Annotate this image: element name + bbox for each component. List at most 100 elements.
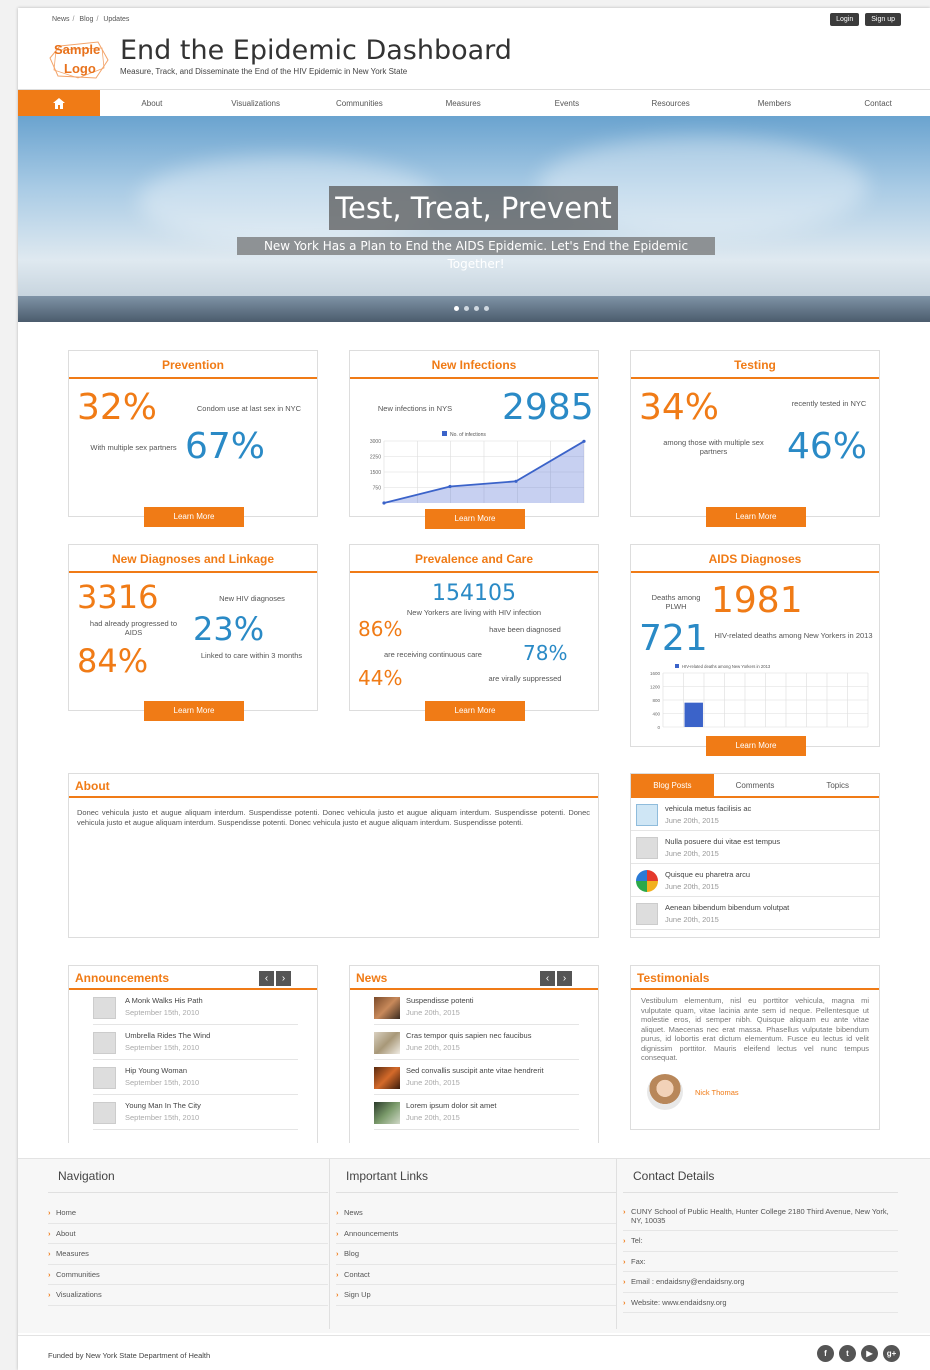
about-text: Donec vehicula justo et augue aliquam in… [77, 808, 590, 827]
contact-email[interactable]: Email : endaidsny@endaidsny.org [623, 1272, 898, 1293]
breadcrumb-updates[interactable]: Updates [103, 16, 129, 23]
login-button[interactable]: Login [830, 13, 860, 26]
announcement-title[interactable]: Young Man In The City [125, 1101, 201, 1110]
announcement-title[interactable]: A Monk Walks His Path [125, 996, 203, 1005]
aids-title: AIDS Diagnoses [631, 545, 879, 573]
news-title-link[interactable]: Lorem ipsum dolor sit amet [406, 1101, 496, 1110]
carousel-dot[interactable] [474, 306, 479, 311]
hero-carousel[interactable]: Test, Treat, Prevent New York Has a Plan… [18, 116, 930, 322]
testimonial-author[interactable]: Nick Thomas [695, 1088, 739, 1097]
prevention-title: Prevention [69, 351, 317, 379]
list-item[interactable]: Cras tempor quis sapien nec faucibus June… [374, 1025, 579, 1060]
news-title-link[interactable]: Sed convallis suscipit ante vitae hendre… [406, 1066, 544, 1075]
new-infections-learn-more[interactable]: Learn More [425, 509, 525, 529]
next-arrow-icon[interactable]: › [276, 971, 291, 986]
logo[interactable]: Sample Logo [48, 38, 110, 80]
footer-link-blog[interactable]: Blog [336, 1244, 616, 1265]
image-placeholder-icon [93, 1067, 116, 1089]
contact-website[interactable]: Website: www.endaidsny.org [623, 1293, 898, 1313]
nav-communities[interactable]: Communities [308, 99, 412, 108]
carousel-dot[interactable] [464, 306, 469, 311]
diagnoses-learn-more[interactable]: Learn More [144, 701, 244, 721]
footer-link-contact[interactable]: Contact [336, 1265, 616, 1285]
nav-contact[interactable]: Contact [826, 99, 930, 108]
image-placeholder-icon [93, 997, 116, 1019]
list-item[interactable]: Umbrella Rides The Wind September 15th, 2… [93, 1025, 298, 1060]
blog-post-title[interactable]: vehicula metus facilisis ac [665, 804, 751, 813]
news-photo [374, 997, 400, 1019]
about-title: About [69, 774, 598, 798]
blog-post[interactable]: Quisque eu pharetra arcu June 20th, 2015 [631, 864, 879, 897]
blog-post-title[interactable]: Quisque eu pharetra arcu [665, 870, 750, 879]
signup-button[interactable]: Sign up [865, 13, 901, 26]
prevention-learn-more[interactable]: Learn More [144, 507, 244, 527]
prev-arrow-icon[interactable]: ‹ [540, 971, 555, 986]
aids-stat1-label: Deaths among PLWH [651, 593, 701, 611]
blog-post[interactable]: vehicula metus facilisis ac June 20th, 2… [631, 798, 879, 831]
carousel-dot[interactable] [484, 306, 489, 311]
nav-visualizations[interactable]: Visualizations [204, 99, 308, 108]
y-tick-label: 750 [373, 486, 382, 492]
news-photo [374, 1067, 400, 1089]
youtube-icon[interactable]: ▶ [861, 1345, 878, 1362]
aids-learn-more[interactable]: Learn More [706, 736, 806, 756]
nav-measures[interactable]: Measures [411, 99, 515, 108]
footer-link-measures[interactable]: Measures [48, 1244, 328, 1265]
footer-link-signup[interactable]: Sign Up [336, 1285, 616, 1306]
tab-comments[interactable]: Comments [714, 774, 797, 796]
nav-about[interactable]: About [100, 99, 204, 108]
contact-address: CUNY School of Public Health, Hunter Col… [623, 1203, 898, 1231]
list-item[interactable]: Hip Young Woman September 15th, 2010 [93, 1060, 298, 1095]
contact-tel: Tel: [623, 1231, 898, 1252]
announcement-title[interactable]: Hip Young Woman [125, 1066, 187, 1075]
carousel-dot[interactable] [454, 306, 459, 311]
footer-link-home[interactable]: Home [48, 1203, 328, 1224]
prevalence-total: 154105 [432, 581, 516, 606]
next-arrow-icon[interactable]: › [557, 971, 572, 986]
footer-link-visualizations[interactable]: Visualizations [48, 1285, 328, 1306]
y-tick-label: 2250 [370, 455, 381, 461]
breadcrumb-blog[interactable]: Blog [79, 16, 93, 23]
data-point [582, 439, 586, 443]
image-placeholder-icon [93, 1032, 116, 1054]
prevalence-suppressed: 44% [358, 666, 403, 690]
prevention-stat2: 67% [185, 426, 266, 467]
twitter-icon[interactable]: t [839, 1345, 856, 1362]
list-item[interactable]: Sed convallis suscipit ante vitae hendre… [374, 1060, 579, 1095]
footer-important-links: Important Links News Announcements Blog … [336, 1159, 616, 1329]
footer-link-announcements[interactable]: Announcements [336, 1224, 616, 1244]
testing-learn-more[interactable]: Learn More [706, 507, 806, 527]
blog-post-title[interactable]: Nulla posuere dui vitae est tempus [665, 837, 780, 846]
nav-events[interactable]: Events [515, 99, 619, 108]
list-item[interactable]: Young Man In The City September 15th, 201… [93, 1095, 298, 1130]
blog-post-title[interactable]: Aenean bibendum bibendum volutpat [665, 903, 789, 912]
footer-link-about[interactable]: About [48, 1224, 328, 1244]
breadcrumb-news[interactable]: News [52, 16, 70, 23]
hero-subline: New York Has a Plan to End the AIDS Epid… [237, 237, 715, 271]
footer-link-news[interactable]: News [336, 1203, 616, 1224]
logo-text-2: Logo [64, 61, 96, 76]
news-title-link[interactable]: Cras tempor quis sapien nec faucibus [406, 1031, 531, 1040]
footer-link-communities[interactable]: Communities [48, 1265, 328, 1285]
nav-resources[interactable]: Resources [619, 99, 723, 108]
blog-post-date: June 20th, 2015 [665, 915, 719, 924]
google-plus-icon[interactable]: g+ [883, 1345, 900, 1362]
prevalence-learn-more[interactable]: Learn More [425, 701, 525, 721]
announcement-title[interactable]: Umbrella Rides The Wind [125, 1031, 210, 1040]
prev-arrow-icon[interactable]: ‹ [259, 971, 274, 986]
tab-topics[interactable]: Topics [796, 774, 879, 796]
site-subtitle: Measure, Track, and Disseminate the End … [120, 67, 408, 76]
testing-stat2: 46% [787, 426, 868, 467]
list-item[interactable]: A Monk Walks His Path September 15th, 201… [93, 990, 298, 1025]
list-item[interactable]: Suspendisse potenti June 20th, 2015 [374, 990, 579, 1025]
blog-post[interactable]: Aenean bibendum bibendum volutpat June 2… [631, 897, 879, 930]
nav-home[interactable] [18, 89, 100, 117]
diagnoses-title: New Diagnoses and Linkage [69, 545, 317, 573]
top-bar: News / Blog / Updates Login Sign up [18, 8, 930, 32]
list-item[interactable]: Lorem ipsum dolor sit amet June 20th, 201… [374, 1095, 579, 1130]
nav-members[interactable]: Members [723, 99, 827, 108]
blog-post[interactable]: Nulla posuere dui vitae est tempus June … [631, 831, 879, 864]
tab-blog-posts[interactable]: Blog Posts [631, 774, 714, 796]
facebook-icon[interactable]: f [817, 1345, 834, 1362]
news-title-link[interactable]: Suspendisse potenti [406, 996, 474, 1005]
